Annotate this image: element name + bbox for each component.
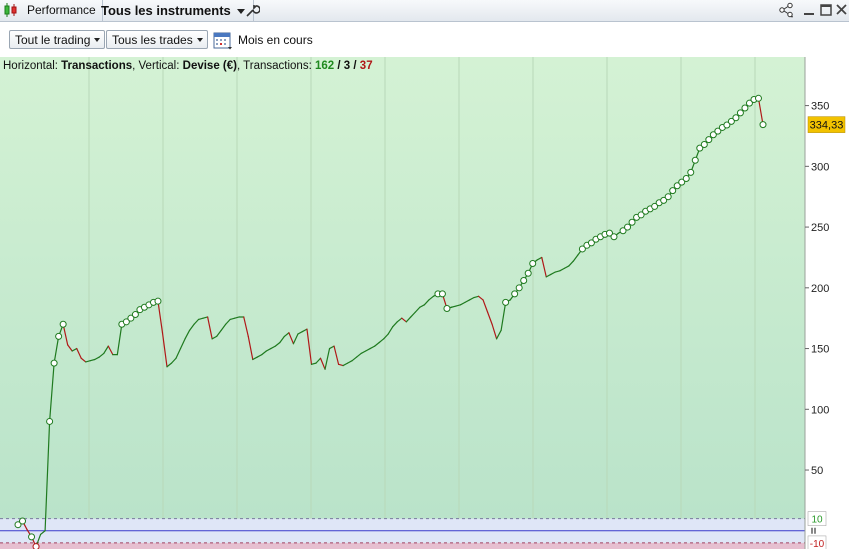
period-selector[interactable]: Mois en cours	[238, 33, 313, 47]
trades-filter-dropdown[interactable]: Tous les trades	[106, 30, 208, 49]
y-tick-label: 100	[811, 404, 829, 416]
trade-marker	[624, 223, 632, 231]
trade-marker	[520, 277, 528, 285]
horizontal-value: Transactions	[61, 60, 133, 72]
trade-marker	[438, 290, 446, 298]
trade-marker	[515, 284, 523, 292]
trade-marker	[154, 297, 162, 305]
y-tick-label: 50	[811, 465, 823, 477]
window-titlebar: Performance Tous les instruments	[0, 0, 849, 22]
calendar-icon[interactable]	[213, 30, 233, 50]
filter-toolbar: Tout le trading Tous les trades Mois en …	[0, 22, 849, 56]
vertical-label: Vertical:	[138, 60, 180, 72]
trade-marker	[443, 304, 451, 312]
trade-marker	[131, 311, 139, 319]
trade-marker	[691, 156, 699, 164]
instrument-selector-label: Tous les instruments	[101, 3, 231, 18]
trade-marker	[628, 218, 636, 226]
trade-marker	[687, 168, 695, 176]
y-tick-label: 250	[811, 222, 829, 234]
share-icon[interactable]	[778, 2, 794, 18]
chevron-down-icon	[94, 38, 101, 42]
trade-marker	[55, 332, 63, 340]
count-separator: /	[337, 60, 341, 72]
trade-marker	[529, 260, 537, 268]
vertical-value: Devise (€)	[182, 60, 237, 72]
plot-background	[0, 57, 805, 549]
trade-marker	[754, 94, 762, 102]
y-tick-label: 200	[811, 283, 829, 295]
threshold-label: -10	[810, 539, 825, 549]
candlestick-chart-icon	[4, 3, 17, 17]
trade-marker	[669, 187, 677, 195]
performance-chart[interactable]: 350 300 250 200 150 100 50 334,33 10 -10	[0, 57, 849, 549]
minimize-icon[interactable]	[801, 2, 817, 18]
transactions-label: Transactions:	[243, 60, 312, 72]
trade-marker	[28, 533, 36, 541]
neutral-count: 3	[343, 60, 351, 72]
tab-performance[interactable]: Performance	[21, 0, 103, 21]
horizontal-label: Horizontal:	[3, 60, 58, 72]
trade-marker	[732, 114, 740, 122]
trade-marker	[682, 174, 690, 182]
trade-marker	[664, 193, 672, 201]
trading-filter-dropdown[interactable]: Tout le trading	[9, 30, 106, 49]
trade-marker	[610, 233, 618, 241]
trade-marker	[705, 136, 713, 144]
trade-marker	[50, 359, 58, 367]
trades-filter-value: Tous les trades	[112, 33, 193, 47]
trade-marker	[511, 290, 519, 298]
trade-marker	[32, 543, 40, 549]
threshold-label: 10	[811, 515, 823, 526]
y-tick-label: 350	[811, 101, 829, 113]
loss-zone-band	[0, 542, 805, 549]
trade-marker	[46, 417, 54, 425]
winning-count: 162	[314, 60, 335, 72]
current-value-label: 334,33	[810, 120, 844, 132]
y-tick-label: 300	[811, 161, 829, 173]
trade-marker	[524, 269, 532, 277]
trade-marker	[19, 517, 27, 525]
trade-marker	[736, 109, 744, 117]
trade-marker	[759, 121, 767, 129]
trade-marker	[741, 104, 749, 112]
instrument-selector[interactable]: Tous les instruments	[95, 0, 254, 21]
maximize-icon[interactable]	[818, 2, 834, 18]
trade-marker	[700, 140, 708, 148]
close-icon[interactable]	[834, 2, 849, 18]
y-tick-label: 150	[811, 344, 829, 356]
trade-marker	[502, 298, 510, 306]
trading-filter-value: Tout le trading	[15, 33, 91, 47]
chart-info-line: Horizontal: Transactions, Vertical: Devi…	[3, 60, 373, 72]
trade-marker	[59, 320, 67, 328]
chevron-down-icon	[196, 38, 203, 42]
losing-count: 37	[359, 60, 373, 72]
count-separator: /	[353, 60, 357, 72]
wrench-icon[interactable]	[244, 2, 260, 18]
